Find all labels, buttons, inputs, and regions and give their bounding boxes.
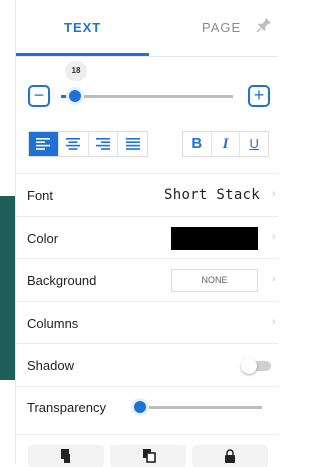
- pin-icon[interactable]: [256, 17, 272, 33]
- size-value-bubble: 18: [65, 61, 87, 81]
- color-row[interactable]: Color ›: [16, 216, 278, 259]
- underline-button[interactable]: U: [240, 132, 268, 156]
- shadow-toggle-knob[interactable]: [241, 358, 257, 374]
- bold-button[interactable]: B: [183, 132, 212, 156]
- italic-button[interactable]: I: [212, 132, 241, 156]
- align-center-icon: [66, 138, 81, 150]
- transparency-slider-track[interactable]: [136, 406, 262, 409]
- size-slider-thumb[interactable]: [69, 90, 81, 102]
- tab-text[interactable]: TEXT: [64, 20, 101, 35]
- font-value: Short Stack: [164, 187, 261, 203]
- chevron-right-icon: ›: [272, 316, 276, 328]
- align-left-icon: [36, 138, 51, 150]
- chevron-right-icon: ›: [272, 231, 276, 243]
- active-tab-indicator: [16, 53, 149, 56]
- shadow-row: Shadow: [16, 343, 278, 386]
- background-value-button[interactable]: NONE: [171, 269, 258, 292]
- background-row[interactable]: Background NONE ›: [16, 258, 278, 301]
- text-properties-panel: TEXT PAGE 18 − + B I U Font Short Stack …: [15, 0, 278, 467]
- shadow-label: Shadow: [27, 358, 74, 373]
- columns-label: Columns: [27, 316, 79, 331]
- transparency-label: Transparency: [27, 400, 106, 415]
- chevron-right-icon: ›: [272, 273, 276, 285]
- chevron-right-icon: ›: [272, 188, 276, 200]
- transparency-row: Transparency: [16, 386, 278, 429]
- transparency-slider-thumb[interactable]: [134, 401, 146, 413]
- decrease-size-button[interactable]: −: [28, 85, 50, 107]
- bottom-toolbar: [16, 434, 278, 467]
- canvas-element-strip: [0, 196, 15, 380]
- align-center-button[interactable]: [59, 132, 89, 156]
- layer-front-icon: [61, 449, 70, 463]
- background-label: Background: [27, 273, 97, 288]
- font-row[interactable]: Font Short Stack ›: [16, 173, 278, 216]
- lock-icon: [225, 449, 235, 463]
- tab-page[interactable]: PAGE: [202, 20, 241, 35]
- text-align-group: [28, 131, 148, 157]
- align-justify-icon: [125, 138, 140, 150]
- panel-tabs: TEXT PAGE: [16, 0, 278, 57]
- color-label: Color: [27, 231, 59, 246]
- size-slider-track[interactable]: [61, 95, 233, 98]
- columns-row[interactable]: Columns ›: [16, 301, 278, 344]
- align-left-button[interactable]: [29, 132, 59, 156]
- align-right-button[interactable]: [89, 132, 119, 156]
- align-right-icon: [95, 138, 110, 150]
- align-justify-button[interactable]: [118, 132, 147, 156]
- increase-size-button[interactable]: +: [248, 85, 270, 107]
- color-swatch[interactable]: [171, 227, 258, 250]
- text-style-group: B I U: [182, 131, 269, 157]
- font-label: Font: [27, 188, 54, 203]
- duplicate-icon: [143, 449, 156, 463]
